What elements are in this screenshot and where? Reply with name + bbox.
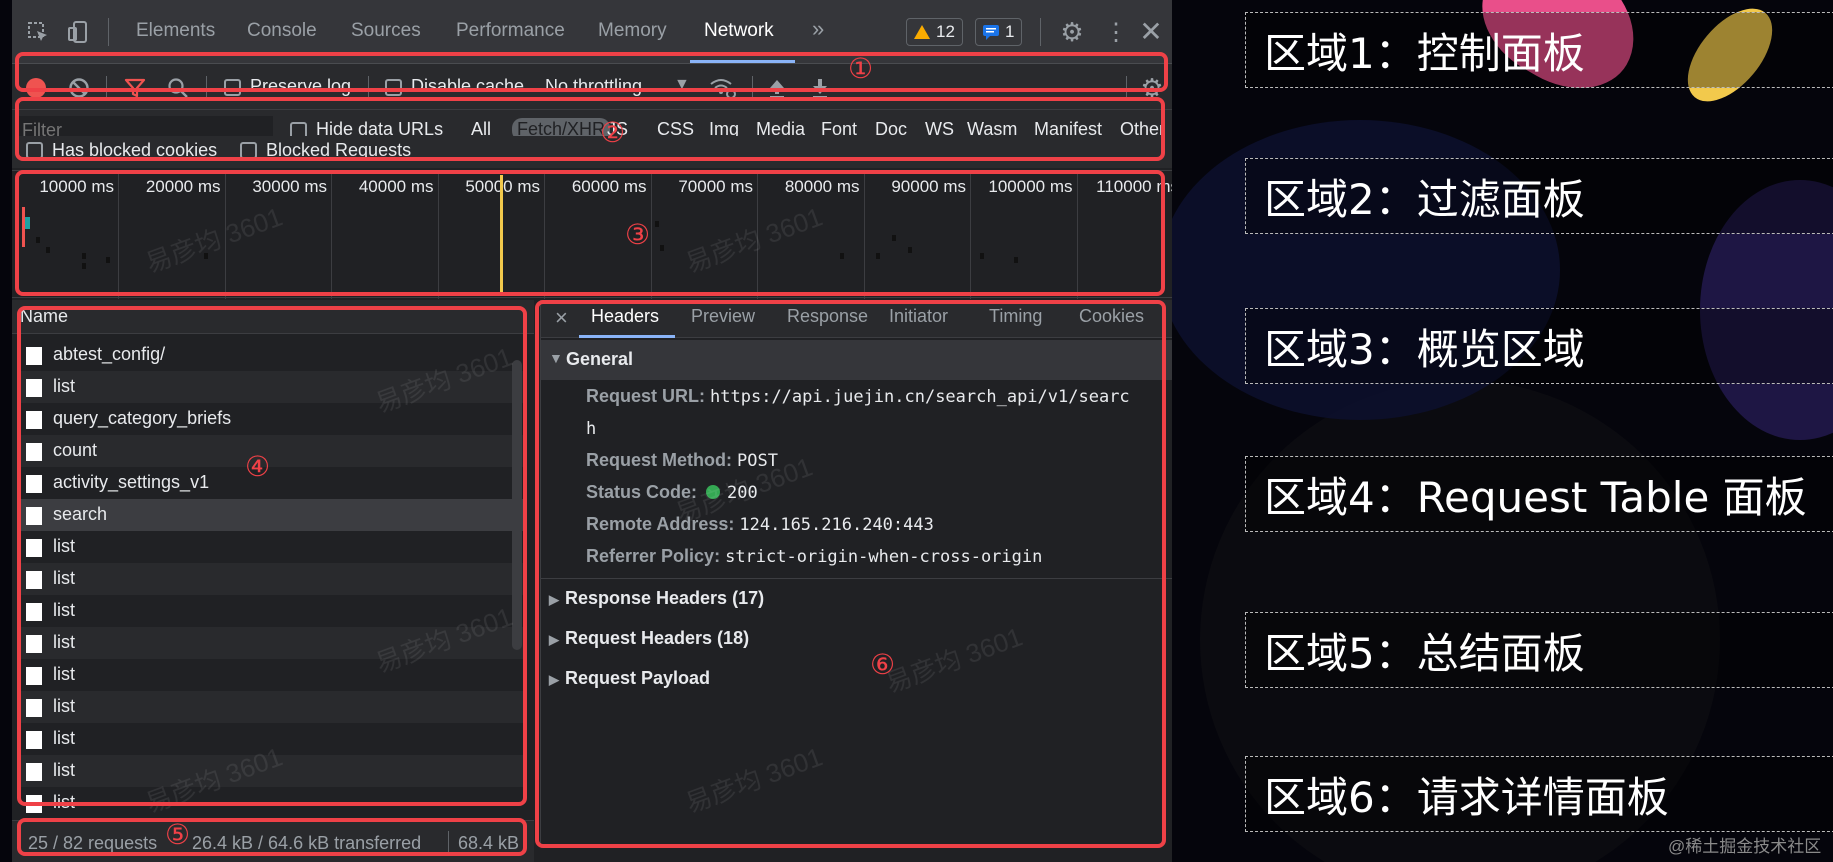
marker-area-2: ②: [600, 117, 626, 148]
highlight-area-1: [15, 52, 1168, 92]
more-tabs-button[interactable]: »: [812, 16, 824, 42]
area-label-1: 区域1：控制面板: [1245, 12, 1833, 88]
warnings-count: 12: [936, 22, 955, 41]
tab-sources[interactable]: Sources: [351, 20, 421, 42]
marker-area-3: ③: [625, 219, 651, 250]
marker-area-4: ④: [245, 451, 271, 482]
area-label-3: 区域3：概览区域: [1245, 308, 1833, 384]
highlight-area-6: [535, 300, 1166, 848]
credit-watermark: @稀土掘金技术社区: [1668, 837, 1822, 856]
screenshot-root: Elements Console Sources Performance Mem…: [0, 0, 1833, 862]
warnings-badge[interactable]: 12: [906, 18, 963, 46]
settings-gear-icon[interactable]: ⚙: [1058, 17, 1086, 47]
area-label-4: 区域4：Request Table 面板: [1245, 456, 1833, 532]
area-label-2: 区域2：过滤面板: [1245, 158, 1833, 234]
tab-memory[interactable]: Memory: [598, 20, 667, 42]
highlight-area-2: [15, 97, 1165, 161]
messages-count: 1: [1005, 22, 1015, 41]
tab-elements[interactable]: Elements: [136, 20, 215, 42]
device-toolbar-icon[interactable]: [64, 18, 92, 46]
divider: [1040, 18, 1041, 46]
highlight-area-3: [15, 170, 1165, 296]
area-label-6: 区域6：请求详情面板: [1245, 756, 1833, 832]
marker-area-6: ⑥: [870, 649, 896, 680]
highlight-area-5: [17, 818, 527, 856]
tab-performance[interactable]: Performance: [456, 20, 565, 42]
marker-area-5: ⑤: [165, 819, 191, 850]
warning-icon: [914, 25, 930, 39]
message-icon: [983, 24, 999, 40]
tab-console[interactable]: Console: [247, 20, 317, 42]
close-devtools-icon[interactable]: ✕: [1138, 16, 1164, 47]
marker-area-1: ①: [848, 53, 874, 84]
area-label-5: 区域5：总结面板: [1245, 612, 1833, 688]
tab-network[interactable]: Network: [704, 20, 774, 42]
highlight-area-4: [17, 306, 527, 806]
divider: [108, 18, 109, 46]
inspect-element-icon[interactable]: [24, 18, 52, 46]
messages-badge[interactable]: 1: [975, 18, 1023, 46]
more-options-icon[interactable]: ⋮: [1104, 18, 1128, 46]
